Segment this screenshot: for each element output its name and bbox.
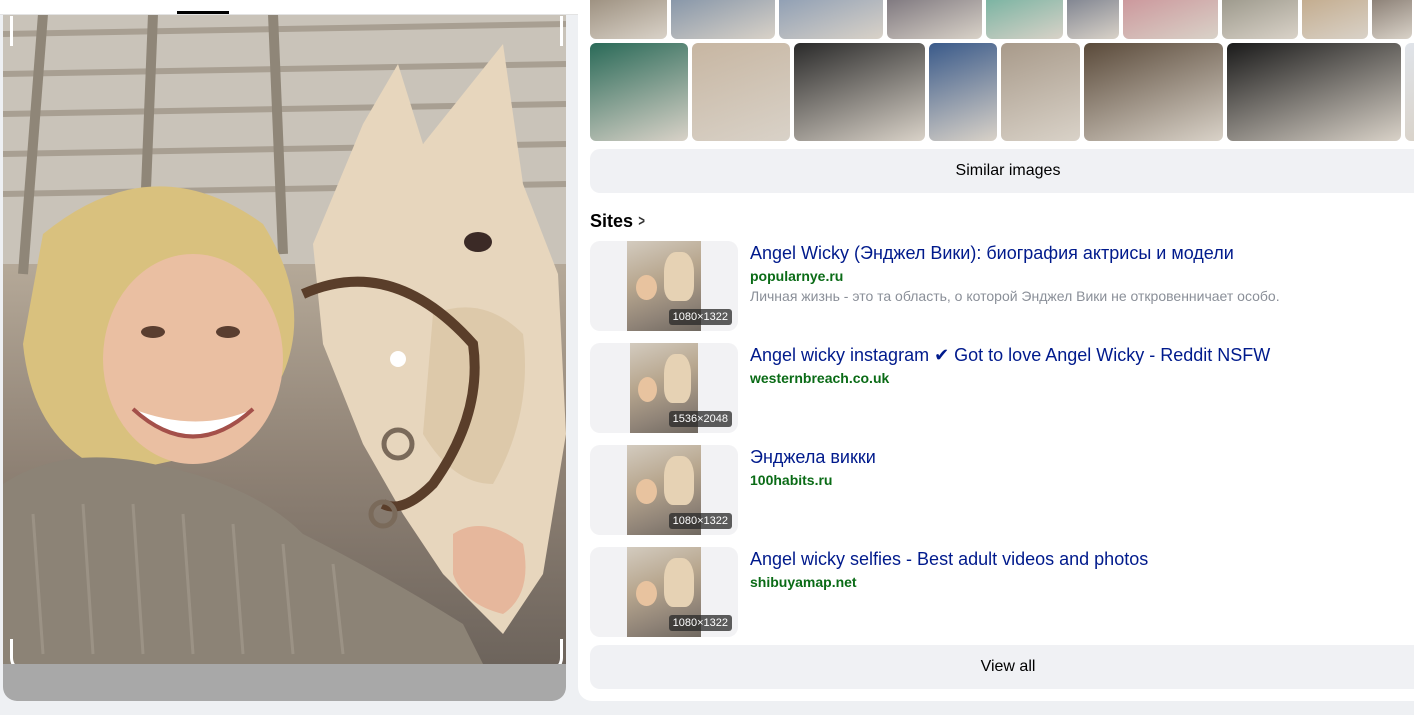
sites-heading[interactable]: Sites > bbox=[590, 211, 646, 232]
site-result: 1536×2048 Angel wicky instagram ✔ Got to… bbox=[590, 343, 1410, 433]
similar-image-thumbnail[interactable] bbox=[1123, 0, 1218, 39]
view-all-button[interactable]: View all bbox=[590, 645, 1414, 689]
site-domain[interactable]: popularnye.ru bbox=[750, 268, 843, 284]
site-thumbnail[interactable]: 1080×1322 bbox=[590, 241, 738, 331]
active-tab-indicator bbox=[177, 11, 229, 14]
crop-handle-bottom-right[interactable] bbox=[530, 639, 563, 664]
sites-heading-label: Sites bbox=[590, 211, 634, 231]
top-tab-bar bbox=[0, 0, 578, 15]
site-title-link[interactable]: Angel Wicky (Энджел Вики): биография акт… bbox=[750, 243, 1234, 264]
similar-images-row-second bbox=[590, 43, 1414, 141]
similar-image-thumbnail[interactable] bbox=[1084, 43, 1223, 141]
similar-image-thumbnail[interactable] bbox=[590, 43, 688, 141]
site-title-link[interactable]: Angel wicky selfies - Best adult videos … bbox=[750, 549, 1148, 570]
similar-image-thumbnail[interactable] bbox=[1302, 0, 1368, 39]
crop-handle-top-left[interactable] bbox=[10, 16, 43, 46]
image-search-results-page: Similar images Sites > 1080×1322 Angel W… bbox=[0, 0, 1414, 715]
crop-handle-top-right[interactable] bbox=[530, 16, 563, 46]
similar-image-thumbnail[interactable] bbox=[1227, 43, 1401, 141]
preview-image[interactable] bbox=[3, 14, 566, 664]
site-snippet: Личная жизнь - это та область, о которой… bbox=[750, 288, 1280, 304]
site-result: 1080×1322 Angel wicky selfies - Best adu… bbox=[590, 547, 1410, 637]
similar-image-thumbnail[interactable] bbox=[929, 43, 997, 141]
similar-image-thumbnail[interactable] bbox=[1001, 43, 1080, 141]
chevron-right-icon: > bbox=[638, 212, 645, 230]
object-focus-dot[interactable] bbox=[390, 351, 406, 367]
similar-image-thumbnail[interactable] bbox=[671, 0, 775, 39]
site-domain[interactable]: westernbreach.co.uk bbox=[750, 370, 889, 386]
site-domain[interactable]: shibuyamap.net bbox=[750, 574, 857, 590]
site-thumbnail[interactable]: 1080×1322 bbox=[590, 547, 738, 637]
image-dimensions-badge: 1080×1322 bbox=[668, 309, 732, 325]
preview-image-illustration bbox=[3, 14, 566, 664]
similar-image-thumbnail[interactable] bbox=[779, 0, 883, 39]
similar-image-thumbnail[interactable] bbox=[887, 0, 982, 39]
similar-image-thumbnail[interactable] bbox=[1222, 0, 1298, 39]
similar-image-thumbnail[interactable] bbox=[1067, 0, 1119, 39]
image-dimensions-badge: 1536×2048 bbox=[668, 411, 732, 427]
site-title-link[interactable]: Энджела викки bbox=[750, 447, 876, 468]
results-panel: Similar images Sites > 1080×1322 Angel W… bbox=[578, 0, 1414, 701]
site-title-link[interactable]: Angel wicky instagram ✔ Got to love Ange… bbox=[750, 345, 1270, 366]
site-result: 1080×1322 Энджела викки 100habits.ru bbox=[590, 445, 1410, 535]
similar-image-thumbnail[interactable] bbox=[986, 0, 1063, 39]
crop-handle-bottom-left[interactable] bbox=[10, 639, 43, 664]
site-domain[interactable]: 100habits.ru bbox=[750, 472, 832, 488]
similar-images-button[interactable]: Similar images bbox=[590, 149, 1414, 193]
similar-image-thumbnail[interactable] bbox=[1372, 0, 1412, 39]
similar-images-row-top bbox=[590, 0, 1414, 39]
site-thumbnail[interactable]: 1536×2048 bbox=[590, 343, 738, 433]
image-preview-panel bbox=[3, 0, 566, 701]
image-dimensions-badge: 1080×1322 bbox=[668, 615, 732, 631]
similar-image-thumbnail[interactable] bbox=[590, 0, 667, 39]
similar-image-thumbnail[interactable] bbox=[1405, 43, 1414, 141]
similar-image-thumbnail[interactable] bbox=[692, 43, 790, 141]
similar-image-thumbnail[interactable] bbox=[794, 43, 925, 141]
site-result: 1080×1322 Angel Wicky (Энджел Вики): био… bbox=[590, 241, 1410, 331]
image-dimensions-badge: 1080×1322 bbox=[668, 513, 732, 529]
site-thumbnail[interactable]: 1080×1322 bbox=[590, 445, 738, 535]
